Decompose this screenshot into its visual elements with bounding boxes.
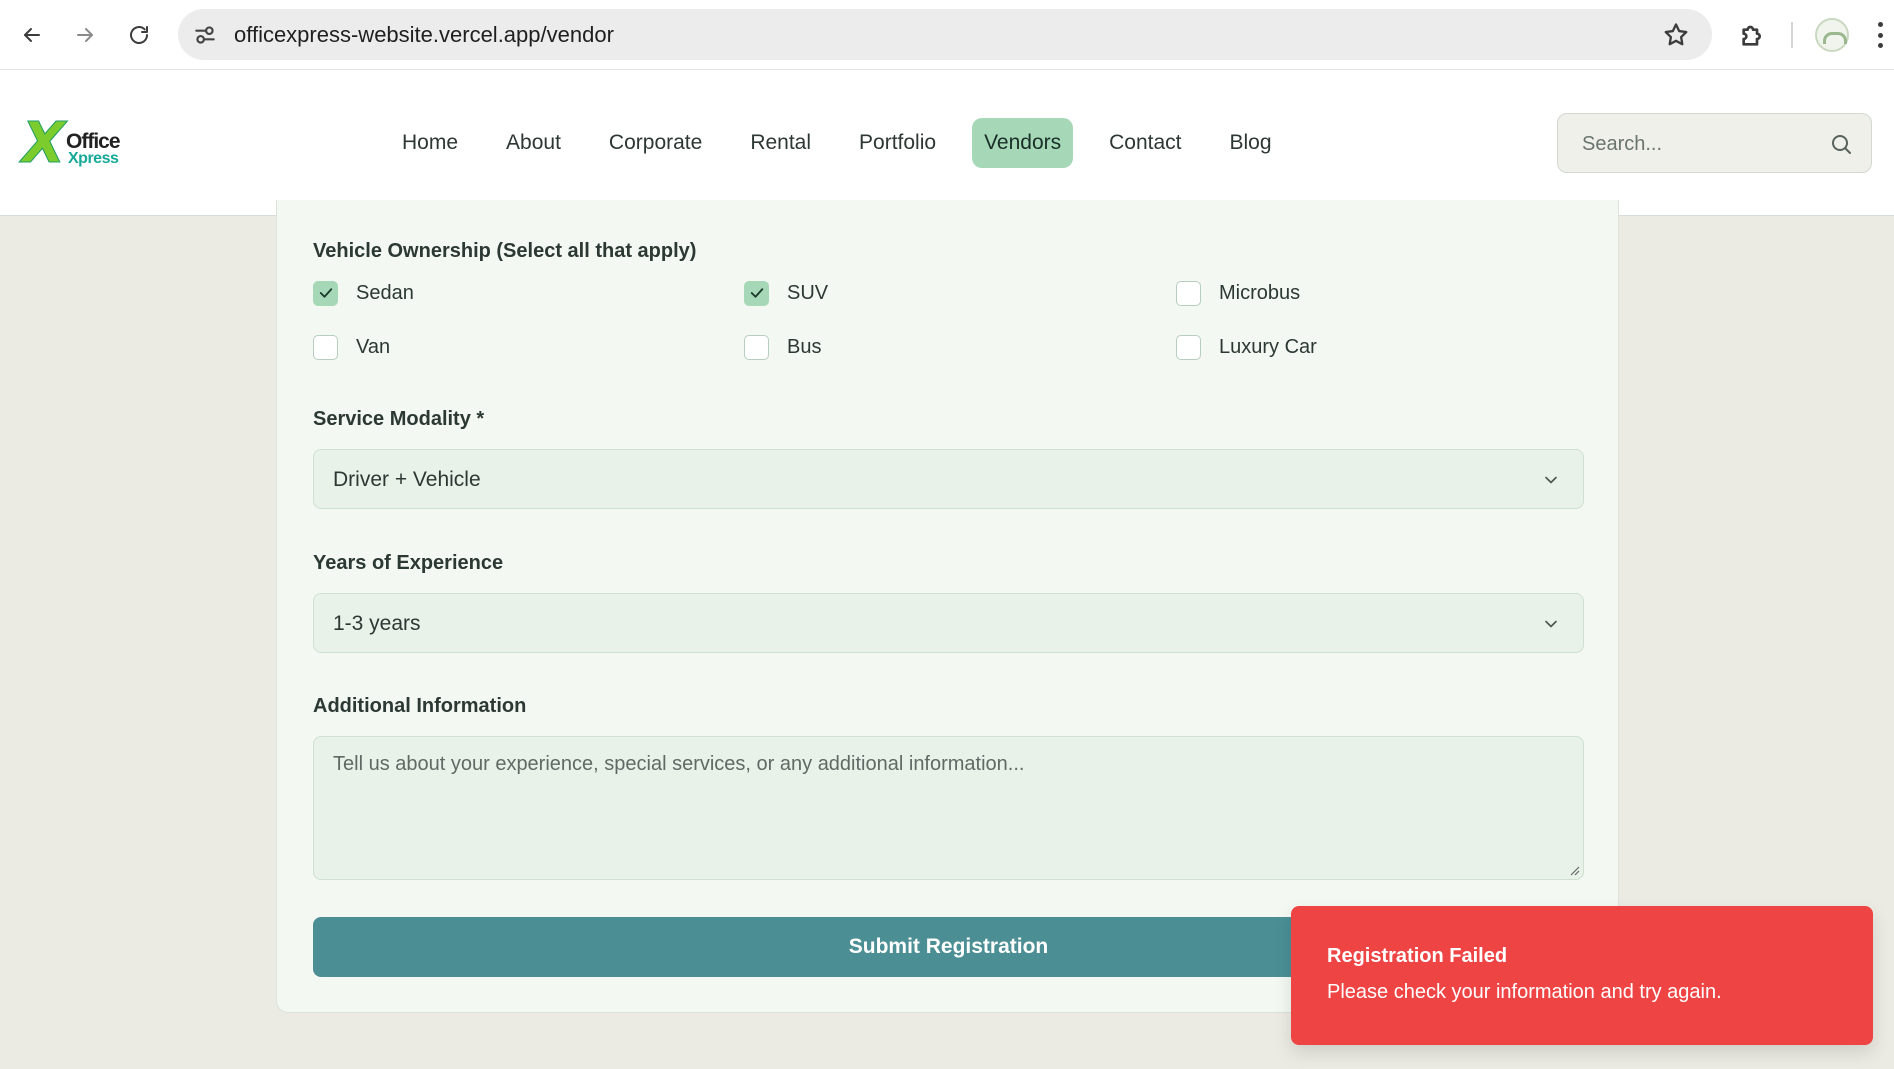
site-header: X Office Xpress Home About Corporate Ren…	[0, 70, 1894, 216]
experience-select[interactable]: 1-3 years	[313, 593, 1584, 653]
arrow-left-icon	[24, 28, 40, 42]
bookmark-star-icon[interactable]	[1662, 21, 1690, 49]
reload-icon	[130, 26, 148, 44]
forward-button[interactable]	[66, 16, 104, 54]
search-icon[interactable]	[1829, 132, 1853, 156]
service-modality-value: Driver + Vehicle	[333, 468, 481, 491]
service-modality-select[interactable]: Driver + Vehicle	[313, 449, 1584, 509]
checkbox-label: Bus	[787, 335, 822, 358]
checkbox-suv[interactable]	[744, 280, 769, 306]
officexpress-logo[interactable]: X Office Xpress	[21, 111, 122, 176]
search-placeholder: Search...	[1582, 133, 1663, 155]
address-bar[interactable]: officexpress-website.vercel.app/vendor	[178, 9, 1712, 60]
vehicle-option-suv[interactable]: SUV	[744, 278, 828, 308]
main-nav: Home About Corporate Rental Portfolio Ve…	[390, 116, 1308, 170]
reload-button[interactable]	[120, 16, 158, 54]
nav-portfolio[interactable]: Portfolio	[847, 118, 948, 168]
resize-grip-icon[interactable]	[1568, 864, 1580, 876]
nav-blog[interactable]: Blog	[1218, 118, 1284, 168]
profile-avatar[interactable]	[1815, 18, 1849, 52]
arrow-right-icon	[77, 28, 93, 42]
checkbox-luxury-car[interactable]	[1176, 334, 1201, 360]
url-text[interactable]: officexpress-website.vercel.app/vendor	[234, 22, 614, 48]
checkbox-bus[interactable]	[744, 334, 769, 360]
checkbox-van[interactable]	[313, 334, 338, 360]
nav-rental[interactable]: Rental	[738, 118, 823, 168]
vehicle-option-bus[interactable]: Bus	[744, 332, 821, 362]
vehicle-option-sedan[interactable]: Sedan	[313, 278, 414, 308]
error-toast[interactable]: Registration Failed Please check your in…	[1291, 906, 1873, 1045]
nav-home[interactable]: Home	[390, 118, 470, 168]
experience-value: 1-3 years	[333, 612, 421, 635]
vehicle-option-van[interactable]: Van	[313, 332, 390, 362]
site-settings-icon[interactable]	[192, 22, 218, 48]
vehicle-option-luxury-car[interactable]: Luxury Car	[1176, 332, 1317, 362]
toast-title: Registration Failed	[1327, 945, 1508, 967]
nav-vendors[interactable]: Vendors	[972, 118, 1074, 168]
browser-toolbar: officexpress-website.vercel.app/vendor	[0, 0, 1894, 70]
logo-xpress-text: Xpress	[68, 150, 119, 167]
browser-menu-icon[interactable]	[1876, 22, 1884, 48]
nav-corporate[interactable]: Corporate	[597, 118, 714, 168]
nav-contact[interactable]: Contact	[1097, 118, 1193, 168]
toolbar-divider	[1791, 22, 1793, 48]
search-input[interactable]: Search...	[1557, 113, 1872, 173]
toast-message: Please check your information and try ag…	[1327, 981, 1722, 1003]
additional-info-textarea[interactable]: Tell us about your experience, special s…	[313, 736, 1584, 880]
checkbox-label: Sedan	[356, 281, 414, 304]
check-icon	[319, 288, 332, 298]
chevron-down-icon	[1545, 476, 1557, 484]
service-modality-label: Service Modality *	[313, 408, 485, 430]
vendor-registration-card: Vehicle Ownership (Select all that apply…	[276, 200, 1619, 1013]
vehicle-option-microbus[interactable]: Microbus	[1176, 278, 1300, 308]
additional-info-label: Additional Information	[313, 695, 527, 717]
vehicle-ownership-label: Vehicle Ownership (Select all that apply…	[313, 240, 697, 262]
extensions-puzzle-icon[interactable]	[1737, 19, 1769, 51]
checkbox-label: SUV	[787, 281, 829, 304]
chevron-down-icon	[1545, 620, 1557, 628]
additional-info-placeholder: Tell us about your experience, special s…	[333, 753, 1025, 775]
checkbox-label: Van	[356, 335, 391, 358]
logo-x-mark: X	[21, 111, 66, 176]
checkbox-microbus[interactable]	[1176, 280, 1201, 306]
checkbox-label: Microbus	[1219, 281, 1301, 304]
experience-label: Years of Experience	[313, 552, 504, 574]
checkbox-label: Luxury Car	[1219, 335, 1317, 358]
back-button[interactable]	[13, 16, 51, 54]
nav-about[interactable]: About	[494, 118, 573, 168]
checkbox-sedan[interactable]	[313, 280, 338, 306]
check-icon	[750, 288, 763, 298]
